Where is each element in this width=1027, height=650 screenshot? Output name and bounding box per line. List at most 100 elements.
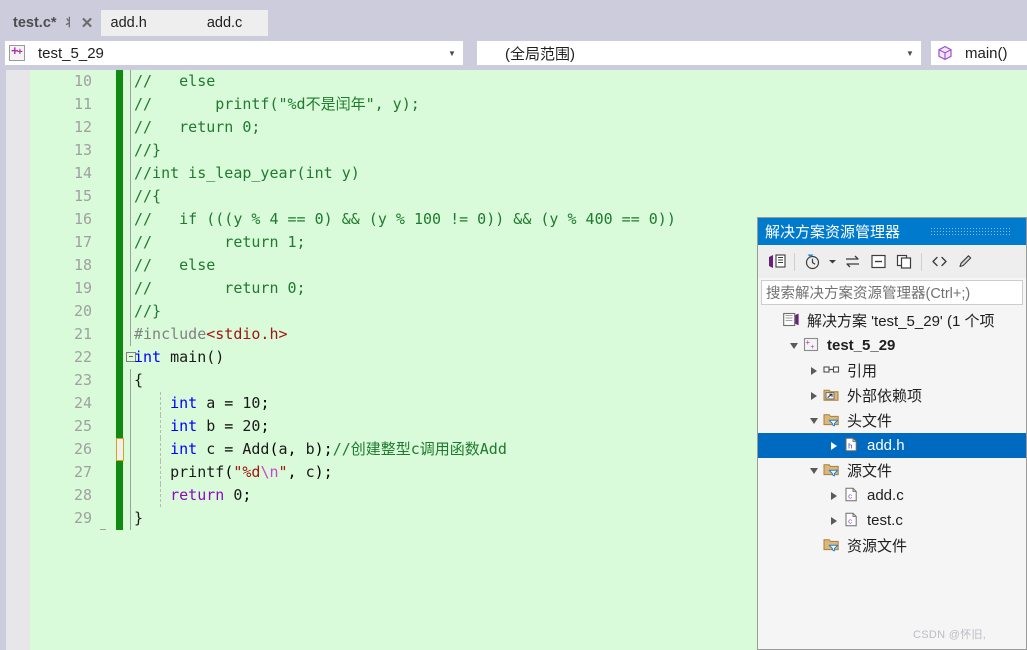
chevron-right-icon[interactable] xyxy=(824,441,843,450)
code-line[interactable]: 15 //{ xyxy=(30,185,1027,208)
line-number: 12 xyxy=(73,118,92,136)
member-combo-value: main() xyxy=(965,44,1008,62)
solution-explorer-search-box[interactable]: 搜索解决方案资源管理器(Ctrl+;) xyxy=(761,280,1023,305)
references-icon xyxy=(823,362,842,379)
line-number: 19 xyxy=(73,279,92,297)
tree-item-[interactable]: 引用 xyxy=(758,358,1026,383)
method-cube-icon xyxy=(937,45,953,61)
filter-folder-icon xyxy=(823,412,842,429)
tab-label: add.c xyxy=(206,15,243,31)
code-text: //} xyxy=(134,141,162,159)
project-combo[interactable]: test_5_29 ▼ xyxy=(4,40,464,66)
twisty-glyph xyxy=(830,516,837,525)
saved-change-bar xyxy=(116,461,123,484)
chevron-right-icon[interactable] xyxy=(804,366,823,375)
selection-margin[interactable] xyxy=(6,70,30,650)
tree-item-add.h[interactable]: h add.h xyxy=(758,433,1026,458)
code-line[interactable]: 14 //int is_leap_year(int y) xyxy=(30,162,1027,185)
solution-explorer-title-bar[interactable]: 解决方案资源管理器 xyxy=(758,218,1026,245)
tree-item-test_5_291[interactable]: 解决方案 'test_5_29' (1 个项 xyxy=(758,308,1026,333)
sync-with-active-document-icon[interactable] xyxy=(839,250,865,274)
panel-drag-grip[interactable] xyxy=(930,227,1010,236)
saved-change-bar xyxy=(116,93,123,116)
chevron-down-icon[interactable]: ▼ xyxy=(899,49,921,58)
outlining-margin xyxy=(130,461,131,484)
search-placeholder: 搜索解决方案资源管理器(Ctrl+;) xyxy=(766,286,971,302)
chevron-down-icon[interactable] xyxy=(784,342,803,349)
code-text: // return 0; xyxy=(134,279,306,297)
line-number: 14 xyxy=(73,164,92,182)
home-vs-icon[interactable] xyxy=(764,250,790,274)
code-text: printf("%d\n", c); xyxy=(170,463,333,481)
outlining-margin xyxy=(130,277,131,300)
pending-changes-filter-icon[interactable] xyxy=(799,250,825,274)
line-number: 24 xyxy=(73,394,92,412)
editor-tabs: test.c* 丬 ✕ add.h add.c xyxy=(4,10,269,36)
project-combo-value: test_5_29 xyxy=(38,44,104,62)
toolbar-separator xyxy=(921,252,922,271)
chevron-down-icon[interactable] xyxy=(804,467,823,474)
solution-explorer-title: 解决方案资源管理器 xyxy=(765,224,901,241)
chevron-down-icon[interactable]: ▼ xyxy=(441,49,463,58)
twisty-glyph xyxy=(810,391,817,400)
line-number: 29 xyxy=(73,509,92,527)
solution-icon xyxy=(783,312,802,329)
properties-icon[interactable] xyxy=(952,250,978,274)
tree-item-test_5_29[interactable]: + + test_5_29 xyxy=(758,333,1026,358)
saved-change-bar xyxy=(116,254,123,277)
code-text: //int is_leap_year(int y) xyxy=(134,164,360,182)
solution-explorer-panel[interactable]: 解决方案资源管理器 搜索解决方案资源管理器(Ctrl+;) 解决方案 'test… xyxy=(757,217,1027,650)
chevron-right-icon[interactable] xyxy=(824,491,843,500)
chevron-down-icon[interactable] xyxy=(804,417,823,424)
tree-item-[interactable]: 头文件 xyxy=(758,408,1026,433)
outlining-end-mark xyxy=(100,529,106,530)
filter-dropdown-icon[interactable] xyxy=(825,250,839,274)
saved-change-bar xyxy=(116,277,123,300)
member-combo[interactable]: main() xyxy=(930,40,1027,66)
code-text: // else xyxy=(134,256,216,274)
code-line[interactable]: 11 // printf("%d不是闰年", y); xyxy=(30,93,1027,116)
solution-explorer-tree[interactable]: 解决方案 'test_5_29' (1 个项 + + test_5_29 引用 外部依赖项… xyxy=(758,305,1026,558)
tree-item-add.c[interactable]: c add.c xyxy=(758,483,1026,508)
editor-tab-addc[interactable]: add.c xyxy=(172,10,269,36)
solution-explorer-toolbar xyxy=(758,245,1026,278)
filter-folder-icon xyxy=(823,537,842,554)
unsaved-change-bar xyxy=(116,438,124,461)
editor-tab-strip: test.c* 丬 ✕ add.h add.c xyxy=(0,0,1027,36)
code-line[interactable]: 13 //} xyxy=(30,139,1027,162)
close-icon[interactable]: ✕ xyxy=(78,16,97,31)
line-number: 26 xyxy=(73,440,92,458)
twisty-glyph xyxy=(809,467,818,474)
show-all-files-icon[interactable] xyxy=(891,250,917,274)
tree-item-label: test_5_29 xyxy=(827,337,896,354)
chevron-right-icon[interactable] xyxy=(824,516,843,525)
saved-change-bar xyxy=(116,369,123,392)
c-file-icon: c xyxy=(843,512,862,529)
tree-item-test.c[interactable]: c test.c xyxy=(758,508,1026,533)
scope-combo[interactable]: (全局范围) ▼ xyxy=(476,40,922,66)
twisty-glyph xyxy=(830,441,837,450)
pin-icon[interactable]: 丬 xyxy=(61,17,78,29)
code-text: // else xyxy=(134,72,216,90)
tree-item-label: 源文件 xyxy=(847,463,893,480)
tab-label: test.c* xyxy=(13,15,57,31)
code-line[interactable]: 12 // return 0; xyxy=(30,116,1027,139)
chevron-right-icon[interactable] xyxy=(804,391,823,400)
view-code-icon[interactable] xyxy=(926,250,952,274)
tree-item-[interactable]: 源文件 xyxy=(758,458,1026,483)
outlining-margin xyxy=(130,254,131,277)
editor-tab-testc[interactable]: test.c* 丬 ✕ xyxy=(4,10,101,36)
line-number: 22 xyxy=(73,348,92,366)
outlining-margin xyxy=(130,139,131,162)
saved-change-bar xyxy=(116,415,123,438)
line-number: 20 xyxy=(73,302,92,320)
saved-change-bar xyxy=(116,208,123,231)
code-text: int a = 10; xyxy=(170,394,270,412)
tree-item-[interactable]: 资源文件 xyxy=(758,533,1026,558)
collapse-all-icon[interactable] xyxy=(865,250,891,274)
editor-tab-addh[interactable]: add.h xyxy=(100,10,173,36)
code-text: int main() xyxy=(134,348,225,366)
tree-item-[interactable]: 外部依赖项 xyxy=(758,383,1026,408)
code-line[interactable]: 10 // else xyxy=(30,70,1027,93)
tree-item-label: add.h xyxy=(867,437,905,454)
